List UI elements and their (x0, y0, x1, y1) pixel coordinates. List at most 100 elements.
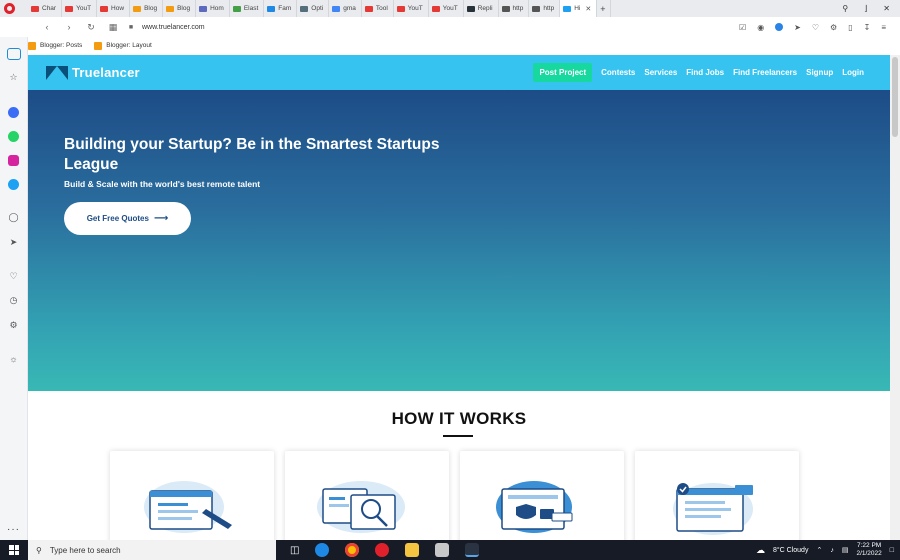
history-icon[interactable]: ◷ (5, 292, 22, 309)
browser-tab[interactable]: How (97, 0, 131, 17)
browser-tab[interactable]: Hom (196, 0, 230, 17)
heart-icon[interactable]: ♡ (5, 268, 22, 285)
network-icon[interactable]: ▤ (842, 546, 849, 554)
clock[interactable]: 7:22 PM 2/1/2022 (856, 542, 881, 558)
chrome-icon[interactable] (345, 543, 360, 557)
post-project-button[interactable]: Post Project (533, 63, 593, 82)
send-icon[interactable]: ➤ (794, 23, 801, 32)
camera-icon[interactable]: ◉ (757, 23, 764, 32)
step-card-work[interactable] (635, 451, 799, 540)
menu-icon[interactable]: ≡ (881, 23, 886, 32)
search-icon: ⚲ (36, 545, 42, 555)
close-tab-icon[interactable]: ✕ (585, 5, 591, 13)
new-tab-icon[interactable]: + (597, 0, 612, 17)
browser-tab[interactable]: http (529, 0, 561, 17)
taskbar: ⚲ Type here to search ◫ ☁ 8°C Cloudy ⌃ ♪… (0, 540, 900, 560)
send-icon[interactable]: ➤ (5, 234, 22, 251)
tab-label: Blog (177, 5, 191, 12)
step-card-compare[interactable] (285, 451, 449, 540)
tab-label: YouT (442, 5, 458, 12)
whatsapp-icon[interactable] (5, 128, 22, 145)
browser-tab[interactable]: Opti (297, 0, 330, 17)
star-icon[interactable]: ☆ (5, 69, 22, 86)
settings-icon[interactable]: ⚙ (5, 317, 22, 334)
wallet-icon[interactable]: ▯ (848, 23, 852, 32)
screenshot-icon[interactable]: ☑ (739, 23, 746, 32)
page-scrollbar[interactable] (890, 55, 900, 540)
start-button[interactable] (0, 540, 28, 560)
app-icon[interactable] (435, 543, 450, 557)
task-view-icon[interactable]: ◫ (290, 545, 299, 556)
player-icon[interactable]: ◯ (5, 209, 22, 226)
url-field[interactable]: www.truelancer.com (142, 24, 205, 31)
nav-find-jobs[interactable]: Find Jobs (686, 68, 724, 77)
step-card-post[interactable] (110, 451, 274, 540)
browser-tab[interactable]: YouT (429, 0, 464, 17)
lock-icon[interactable]: ■ (124, 24, 138, 31)
more-icon[interactable]: ··· (5, 521, 22, 538)
chevron-up-icon[interactable]: ⌃ (816, 546, 822, 554)
step-card-hire[interactable] (460, 451, 624, 540)
browser-tab[interactable]: Repli (464, 0, 499, 17)
tab-favicon-icon (364, 5, 373, 12)
nav-find-freelancers[interactable]: Find Freelancers (733, 68, 797, 77)
browser-tab[interactable]: Hi ✕ (560, 0, 598, 17)
lightbulb-icon[interactable]: ☼ (5, 350, 22, 367)
nav-contests[interactable]: Contests (601, 68, 635, 77)
home-icon[interactable] (5, 45, 22, 62)
back-icon[interactable]: ‹ (36, 22, 58, 32)
tab-favicon-icon (232, 5, 241, 12)
tab-favicon-icon (31, 5, 39, 12)
tab-label: YouT (76, 5, 92, 12)
pin-icon[interactable]: ⌋ (864, 4, 867, 13)
nav-login[interactable]: Login (842, 68, 864, 77)
twitter-icon[interactable] (5, 176, 22, 193)
arrow-right-icon: ⟶ (153, 213, 169, 224)
browser-tab[interactable]: Char (28, 0, 63, 17)
bookmark-item[interactable]: Blogger: Posts (28, 41, 82, 50)
close-window-icon[interactable]: ✕ (883, 4, 890, 13)
weather-text[interactable]: 8°C Cloudy (773, 547, 808, 554)
tab-label: http (512, 5, 524, 12)
reload-icon[interactable]: ↻ (80, 22, 102, 33)
browser-tab[interactable]: Blog (130, 0, 164, 17)
browser-sidebar: ☆ ◯ ➤ ♡ ◷ ⚙ ☼ ··· (0, 37, 28, 540)
vpn-shield-icon[interactable] (775, 23, 784, 31)
bookmark-item[interactable]: Blogger: Layout (94, 41, 152, 50)
heart-icon[interactable]: ♡ (812, 23, 819, 32)
get-free-quotes-button[interactable]: Get Free Quotes ⟶ (64, 202, 191, 235)
clock-date: 2/1/2022 (856, 550, 882, 557)
weather-icon[interactable]: ☁ (756, 545, 765, 556)
tab-label: Tool (375, 5, 388, 12)
app-icon[interactable] (465, 543, 480, 557)
scrollbar-thumb[interactable] (892, 57, 898, 137)
browser-tab[interactable]: Elast (230, 0, 265, 17)
tab-favicon-icon (431, 5, 440, 12)
taskbar-search[interactable]: ⚲ Type here to search (28, 540, 276, 560)
browser-tab[interactable]: gma (329, 0, 362, 17)
instagram-icon[interactable] (5, 152, 22, 169)
browser-tab[interactable]: Blog (163, 0, 197, 17)
browser-tab[interactable]: http (499, 0, 530, 17)
logo-text: Truelancer (72, 65, 140, 80)
settings-icon[interactable]: ⚙ (830, 23, 837, 32)
browser-tab[interactable]: Tool (362, 0, 394, 17)
forward-icon[interactable]: › (58, 22, 80, 32)
messenger-icon[interactable] (5, 104, 22, 121)
notifications-icon[interactable]: □ (890, 547, 894, 554)
browser-tab[interactable]: YouT (394, 0, 429, 17)
grid-icon[interactable]: ▦ (102, 22, 124, 33)
nav-signup[interactable]: Signup (806, 68, 833, 77)
search-tabs-icon[interactable]: ⚲ (842, 4, 848, 13)
edge-icon[interactable] (315, 543, 330, 557)
file-explorer-icon[interactable] (405, 543, 420, 557)
truelancer-logo[interactable]: Truelancer (46, 65, 140, 80)
opera-icon[interactable] (375, 543, 390, 557)
browser-logo-icon[interactable] (0, 0, 18, 17)
volume-icon[interactable]: ♪ (830, 547, 834, 554)
browser-tab[interactable]: Fam (264, 0, 298, 17)
nav-services[interactable]: Services (644, 68, 677, 77)
download-icon[interactable]: ↧ (864, 23, 871, 32)
system-tray: ☁ 8°C Cloudy ⌃ ♪ ▤ 7:22 PM 2/1/2022 □ (756, 542, 900, 558)
browser-tab[interactable]: YouT (62, 0, 98, 17)
